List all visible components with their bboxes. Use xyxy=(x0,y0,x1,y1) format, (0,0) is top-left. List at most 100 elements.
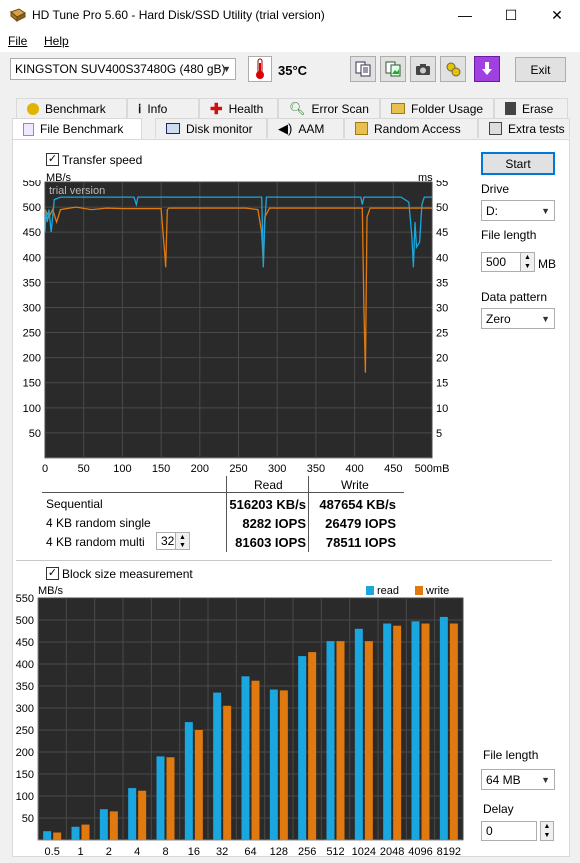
y-tick-label: 500 xyxy=(23,202,41,214)
block-file-length-select[interactable]: 64 MB ▼ xyxy=(481,769,555,790)
y-tick-label: 250 xyxy=(23,328,41,340)
chevron-down-icon: ▼ xyxy=(541,313,550,324)
tab-folder-usage-label: Folder Usage xyxy=(411,101,484,116)
bar-write xyxy=(53,832,62,840)
minimize-icon: — xyxy=(458,7,472,23)
data-pattern-select[interactable]: Zero ▼ xyxy=(481,308,555,329)
y-tick-label: 100 xyxy=(23,403,41,415)
spin-arrows-icon[interactable]: ▲ ▼ xyxy=(520,253,534,271)
y-tick-label: 200 xyxy=(16,747,34,759)
drive-select[interactable]: KINGSTON SUV400S37480G (480 gB) ▼ xyxy=(10,58,236,80)
copy-text-button[interactable] xyxy=(350,56,376,82)
file-benchmark-icon xyxy=(23,122,34,136)
results-table: Read Write Sequential 516203 KB/s 487654… xyxy=(42,476,408,552)
bar-read xyxy=(326,641,335,840)
block-size-checkbox[interactable]: ✓ xyxy=(46,567,59,580)
y-tick-label-right: 50 xyxy=(436,202,448,214)
queue-depth-stepper[interactable]: 32 ▲ ▼ xyxy=(156,532,190,550)
screenshot-button[interactable] xyxy=(410,56,436,82)
block-size-chart: 501001502002503003504004505005500.5 1 2 4 8 1… xyxy=(16,594,464,858)
bar-read xyxy=(128,788,137,840)
x-tick-label: 128 xyxy=(270,846,288,858)
health-icon: ✚ xyxy=(210,100,223,118)
x-tick-label: 16 xyxy=(188,846,200,858)
chevron-down-icon: ▼ xyxy=(541,205,550,216)
options-icon xyxy=(446,62,461,77)
save-download-icon xyxy=(482,62,492,75)
tab-disk-monitor[interactable]: Disk monitor xyxy=(155,118,267,138)
results-header-read: Read xyxy=(254,478,283,492)
y-tick-label-right: 5 xyxy=(436,428,442,440)
bar-read xyxy=(71,826,80,840)
tab-random-access-label: Random Access xyxy=(374,121,461,136)
bar-write xyxy=(109,811,118,840)
bar-write xyxy=(81,824,90,840)
file-length-stepper[interactable]: 500 ▲ ▼ xyxy=(481,252,535,272)
y-tick-label: 50 xyxy=(22,813,34,825)
bar-write xyxy=(194,730,203,840)
tab-benchmark[interactable]: Benchmark xyxy=(16,98,127,118)
transfer-speed-checkbox[interactable]: ✓ xyxy=(46,153,59,166)
divider xyxy=(308,476,309,552)
minimize-button[interactable]: — xyxy=(442,0,488,30)
save-button[interactable] xyxy=(474,56,500,82)
delay-spin-arrows-icon[interactable]: ▲ ▼ xyxy=(540,821,554,841)
y-tick-label: 400 xyxy=(23,252,41,264)
block-file-length-value: 64 MB xyxy=(486,772,521,787)
spin-arrows-icon[interactable]: ▲ ▼ xyxy=(175,533,189,549)
options-button[interactable] xyxy=(440,56,466,82)
tab-health[interactable]: ✚ Health xyxy=(199,98,278,118)
tabs-row-1: Benchmark ⅰ Info ✚ Health 🔍︎ Error Scan … xyxy=(12,98,570,118)
start-button[interactable]: Start xyxy=(481,152,555,175)
x-tick-label: 64 xyxy=(244,846,256,858)
bar-read xyxy=(43,831,52,840)
tab-extra-tests[interactable]: Extra tests xyxy=(478,118,570,138)
drive-letter-select[interactable]: D: ▼ xyxy=(481,200,555,221)
info-icon: ⅰ xyxy=(138,101,142,116)
x-tick-label: 150 xyxy=(152,463,170,475)
tab-info[interactable]: ⅰ Info xyxy=(127,98,199,118)
menu-file[interactable]: File xyxy=(8,34,27,48)
tab-file-benchmark[interactable]: File Benchmark xyxy=(12,118,142,139)
copy-text-icon xyxy=(355,61,371,77)
maximize-button[interactable]: ☐ xyxy=(488,0,534,30)
x-tick-label: 4096 xyxy=(408,846,432,858)
x-tick-label: 8192 xyxy=(437,846,461,858)
tab-folder-usage[interactable]: Folder Usage xyxy=(380,98,494,118)
tab-disk-monitor-label: Disk monitor xyxy=(186,121,253,136)
error-scan-icon: 🔍︎ xyxy=(289,100,306,116)
y-tick-label-right: 45 xyxy=(436,227,448,239)
drive-select-value: KINGSTON SUV400S37480G (480 gB) xyxy=(15,62,226,76)
sequential-write: 487654 KB/s xyxy=(319,497,396,512)
bar-write xyxy=(393,625,402,840)
x-tick-label: 100 xyxy=(113,463,131,475)
bar-write xyxy=(308,652,317,840)
bar-read xyxy=(269,689,278,840)
bar-read xyxy=(439,616,448,840)
tab-random-access[interactable]: Random Access xyxy=(344,118,478,138)
y-tick-label-right: 55 xyxy=(436,180,448,189)
row-label-sequential: Sequential xyxy=(46,497,103,511)
delay-stepper[interactable]: 0 xyxy=(481,821,537,841)
x-tick-label: 200 xyxy=(191,463,209,475)
tab-aam[interactable]: ◀) AAM xyxy=(267,118,344,138)
y-tick-label: 450 xyxy=(16,637,34,649)
block-size-label: Block size measurement xyxy=(62,567,193,581)
data-pattern-value: Zero xyxy=(486,311,511,326)
sequential-read: 516203 KB/s xyxy=(229,497,306,512)
y-tick-label-right: 25 xyxy=(436,328,448,340)
y-tick-label: 350 xyxy=(23,277,41,289)
tab-erase[interactable]: Erase xyxy=(494,98,568,118)
y-tick-label-right: 40 xyxy=(436,252,448,264)
exit-button[interactable]: Exit xyxy=(515,57,566,82)
tab-error-scan[interactable]: 🔍︎ Error Scan xyxy=(278,98,380,118)
tab-error-scan-label: Error Scan xyxy=(311,101,369,116)
close-button[interactable]: ✕ xyxy=(534,0,580,30)
data-pattern-label: Data pattern xyxy=(481,290,548,304)
close-icon: ✕ xyxy=(551,6,563,23)
x-tick-label: 2 xyxy=(106,846,112,858)
menu-help[interactable]: Help xyxy=(44,34,69,48)
copy-image-button[interactable] xyxy=(380,56,406,82)
watermark: trial version xyxy=(49,185,105,197)
random-single-write: 26479 IOPS xyxy=(325,516,396,531)
